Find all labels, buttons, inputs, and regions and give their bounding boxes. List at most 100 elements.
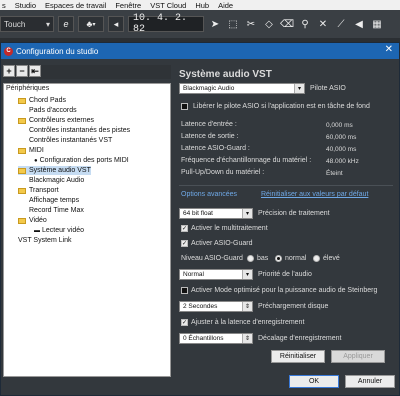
- automation-mode-value: Touch: [4, 19, 26, 29]
- midi-port-icon: ●: [34, 157, 38, 164]
- release-driver-checkbox[interactable]: [181, 103, 188, 110]
- mute-tool-icon[interactable]: ✕: [316, 16, 330, 32]
- menu-item-hub[interactable]: Hub: [195, 1, 209, 10]
- automation-mode-dropdown[interactable]: Touch ▾: [0, 16, 54, 32]
- menu-item-file[interactable]: s: [2, 1, 6, 10]
- dialog-title: Configuration du studio: [16, 46, 99, 56]
- record-offset-label: Décalage d'enregistrement: [258, 335, 342, 342]
- reset-defaults-link[interactable]: Réinitialiser aux valeurs par défaut: [261, 191, 368, 198]
- studio-setup-dialog: C Configuration du studio ✕ + − ⇤ Périph…: [0, 42, 400, 396]
- tree-item-midi[interactable]: MIDI: [18, 146, 44, 155]
- panel-title: Système audio VST: [179, 69, 272, 80]
- steinberg-power-checkbox[interactable]: [181, 287, 188, 294]
- level-low-radio[interactable]: [247, 255, 254, 262]
- ok-button[interactable]: OK: [289, 375, 339, 388]
- adjust-latency-label: Ajuster à la latence d'enregistrement: [191, 319, 305, 326]
- glue-tool-icon[interactable]: ◇: [262, 16, 276, 32]
- tree-item-label: Contrôles instantanés VST: [29, 137, 113, 144]
- disk-preload-label: Préchargement disque: [258, 303, 329, 310]
- tree-item-video[interactable]: Vidéo: [18, 216, 47, 225]
- tree-item-transport[interactable]: Transport: [18, 186, 59, 195]
- input-latency-label: Latence d'entrée :: [181, 121, 237, 128]
- tree-item-label: Contrôleurs externes: [29, 117, 94, 124]
- e-button[interactable]: e: [58, 16, 74, 32]
- tree-item-label: Vidéo: [29, 217, 47, 224]
- apply-button[interactable]: Appliquer: [331, 350, 385, 363]
- split-tool-icon[interactable]: ✂: [244, 16, 258, 32]
- tree-item-external-controllers[interactable]: Contrôleurs externes: [18, 116, 94, 125]
- asio-driver-label: Pilote ASIO: [310, 85, 346, 92]
- asio-driver-select[interactable]: Blackmagic Audio ▾: [179, 83, 305, 94]
- tree-item-label: Configuration des ports MIDI: [39, 157, 129, 164]
- tree-item-vst-system-link[interactable]: VST System Link: [18, 236, 72, 245]
- tree-item-chord-pads[interactable]: Chord Pads: [18, 96, 66, 105]
- erase-tool-icon[interactable]: ⌫: [280, 16, 294, 32]
- record-offset-select[interactable]: 0 Échantillons ⇕: [179, 333, 253, 344]
- multiprocessing-checkbox[interactable]: ✓: [181, 225, 188, 232]
- tree-item-vst-quick-controls[interactable]: Contrôles instantanés VST: [29, 136, 112, 145]
- line-tool-icon[interactable]: ⟋: [334, 16, 348, 32]
- precision-select[interactable]: 64 bit float ▾: [179, 208, 253, 219]
- zoom-tool-icon[interactable]: ⚲: [298, 16, 312, 32]
- asioguard-level-label: Niveau ASIO-Guard: [181, 255, 243, 262]
- cubase-logo-icon: C: [4, 46, 13, 56]
- close-icon[interactable]: ✕: [385, 44, 393, 55]
- folder-icon: [18, 147, 26, 154]
- tree-item-record-time-max[interactable]: Record Time Max: [29, 206, 84, 215]
- advanced-options-label: Options avancées: [181, 191, 238, 198]
- chevron-down-icon: ▾: [242, 270, 252, 279]
- spinner-icon: ⇕: [242, 302, 252, 311]
- tree-item-vst-audio-system[interactable]: Système audio VST: [18, 166, 91, 175]
- adjust-latency-checkbox[interactable]: ✓: [181, 319, 188, 326]
- quantize-button[interactable]: ◂: [108, 16, 124, 32]
- level-high-radio[interactable]: [313, 255, 320, 262]
- menu-item-vst-cloud[interactable]: VST Cloud: [150, 1, 186, 10]
- remove-device-button[interactable]: −: [16, 65, 28, 77]
- tree-item-video-player[interactable]: ▬ Lecteur vidéo: [34, 226, 84, 235]
- menu-item-workspaces[interactable]: Espaces de travail: [45, 1, 106, 10]
- tree-item-label: Pads d'accords: [29, 107, 77, 114]
- asioguard-latency-label: Latence ASIO-Guard :: [181, 145, 250, 152]
- snap-button[interactable]: ♣ ▾: [78, 16, 104, 32]
- disk-preload-value: 2 Secondes: [183, 303, 218, 310]
- multiprocessing-label: Activer le multitraitement: [191, 225, 268, 232]
- app-menubar: s Studio Espaces de travail Fenêtre VST …: [0, 0, 400, 10]
- section-divider: [179, 185, 393, 186]
- add-device-button[interactable]: +: [3, 65, 15, 77]
- cancel-button[interactable]: Annuler: [345, 375, 395, 388]
- reset-button[interactable]: Réinitialiser: [271, 350, 325, 363]
- tree-item-time-display[interactable]: Affichage temps: [29, 196, 79, 205]
- tree-item-label: Lecteur vidéo: [42, 227, 85, 234]
- steinberg-power-label: Activer Mode optimisé pour la puissance …: [191, 287, 378, 294]
- tree-item-pads-accords[interactable]: Pads d'accords: [29, 106, 77, 115]
- chevron-down-icon: ▾: [242, 209, 252, 218]
- speaker-tool-icon[interactable]: ◀: [352, 16, 366, 32]
- range-tool-icon[interactable]: ⬚: [226, 16, 240, 32]
- tree-item-track-quick-controls[interactable]: Contrôles instantanés des pistes: [29, 126, 130, 135]
- reset-device-button[interactable]: ⇤: [29, 65, 41, 77]
- folder-icon: [18, 167, 26, 174]
- position-display[interactable]: 10. 4. 2. 82: [128, 13, 204, 35]
- dialog-titlebar: C Configuration du studio ✕: [1, 43, 399, 59]
- menu-item-studio[interactable]: Studio: [15, 1, 36, 10]
- tree-item-blackmagic-audio[interactable]: Blackmagic Audio: [29, 176, 84, 185]
- asio-driver-value: Blackmagic Audio: [183, 85, 235, 92]
- asioguard-checkbox[interactable]: ✓: [181, 240, 188, 247]
- menu-item-help[interactable]: Aide: [218, 1, 233, 10]
- precision-value: 64 bit float: [183, 210, 213, 217]
- record-offset-value: 0 Échantillons: [183, 335, 224, 342]
- level-normal-radio[interactable]: [275, 255, 282, 262]
- menu-item-window[interactable]: Fenêtre: [115, 1, 141, 10]
- pointer-tool-icon[interactable]: ➤: [208, 16, 222, 32]
- disk-preload-select[interactable]: 2 Secondes ⇕: [179, 301, 253, 312]
- audio-priority-value: Normal: [183, 271, 204, 278]
- spinner-icon: ⇕: [242, 334, 252, 343]
- color-tool-icon[interactable]: ▦: [370, 16, 384, 32]
- sample-rate-label: Fréquence d'échantillonnage du matériel …: [181, 157, 312, 164]
- pullup-label: Pull-Up/Down du matériel :: [181, 169, 265, 176]
- audio-priority-select[interactable]: Normal ▾: [179, 269, 253, 280]
- tree-item-midi-port-setup[interactable]: ● Configuration des ports MIDI: [34, 156, 129, 165]
- chevron-down-icon: ▾: [92, 21, 96, 28]
- tree-item-label: MIDI: [29, 147, 44, 154]
- tree-item-label: Chord Pads: [29, 97, 66, 104]
